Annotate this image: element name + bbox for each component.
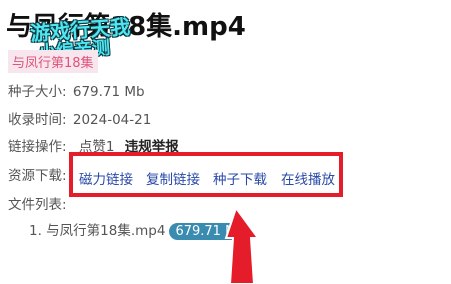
arrow-shape [224,205,260,284]
red-arrow-icon [224,205,260,284]
